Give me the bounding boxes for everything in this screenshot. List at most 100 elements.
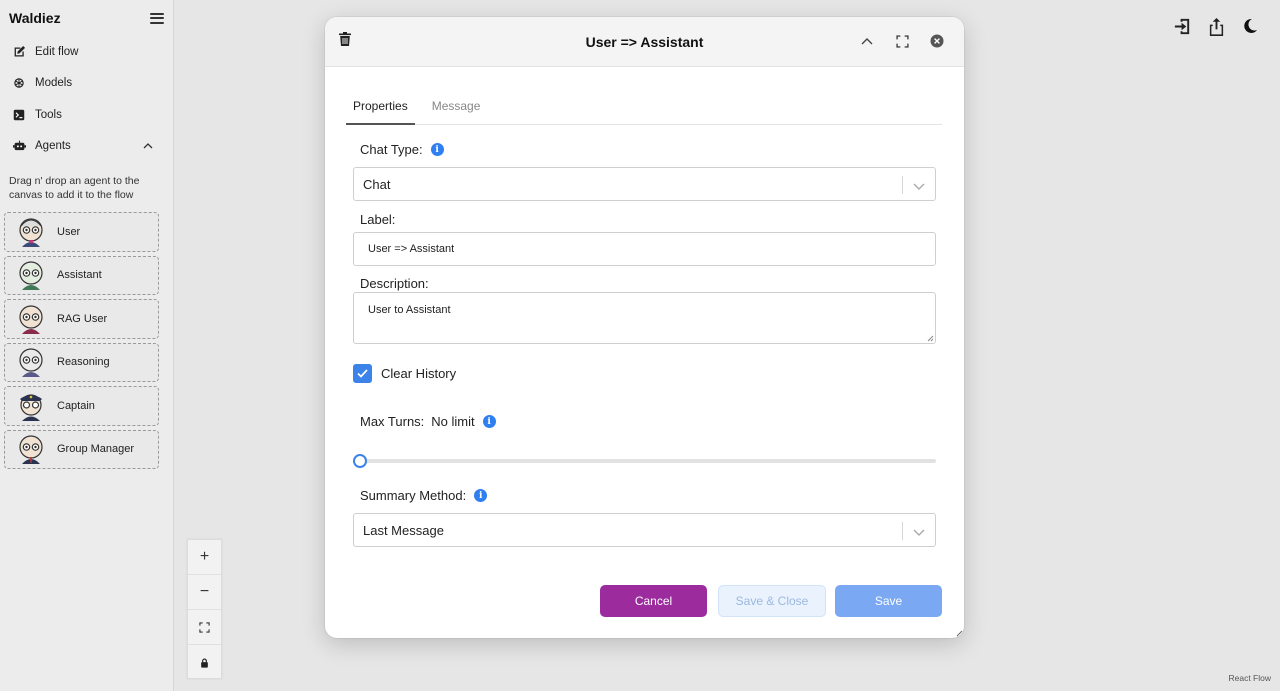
rag-user-avatar-icon [19,305,43,334]
max-turns-value: No limit [431,414,475,429]
edit-icon [12,45,26,59]
sidebar-item-label: Agents [35,140,71,153]
sidebar-item-models[interactable]: Models [0,68,173,100]
agent-card-assistant[interactable]: Assistant [4,255,159,295]
summary-method-value: Last Message [363,522,444,538]
chat-type-select[interactable]: Chat [353,167,936,201]
fullscreen-button[interactable] [895,34,909,48]
sidebar-item-label: Models [35,77,73,90]
modal-header-actions [860,34,944,48]
agent-card-rag-user[interactable]: RAG User [4,299,159,339]
agent-card-label: User [57,225,81,238]
terminal-icon [12,108,26,122]
save-and-close-button[interactable]: Save & Close [718,585,826,617]
chevron-up-icon[interactable] [143,140,153,152]
info-icon[interactable]: i [474,489,488,502]
info-icon[interactable]: i [482,415,496,428]
check-icon [357,369,368,378]
agent-card-user[interactable]: User [4,212,159,252]
info-icon[interactable]: i [430,143,444,156]
modal-header: User => Assistant [325,17,964,67]
sidebar-header: Waldiez [0,0,173,36]
save-button[interactable]: Save [835,585,942,617]
description-label: Description: [360,276,429,291]
agent-card-captain[interactable]: Captain [4,386,159,426]
modal-resize-handle-icon[interactable] [955,629,963,637]
clear-history-checkbox[interactable] [353,364,372,383]
zoom-in-button[interactable]: + [188,540,221,575]
select-divider [902,176,903,194]
chevron-up-icon [861,38,873,45]
summary-method-label-text: Summary Method: [360,488,467,503]
share-icon [1209,17,1223,36]
max-turns-label: Max Turns: No limit i [360,414,496,429]
agent-card-label: Assistant [57,269,102,282]
sidebar-item-agents[interactable]: Agents [0,131,173,163]
summary-method-label: Summary Method: i [360,488,488,503]
modal-tabs: Properties Message [346,97,942,125]
label-field-label: Label: [360,212,395,227]
close-button[interactable] [930,34,944,48]
zoom-out-button[interactable]: − [188,575,221,610]
label-field-label-text: Label: [360,212,396,227]
collapse-button[interactable] [860,34,874,48]
agent-card-label: Group Manager [57,443,135,456]
user-avatar-icon [19,218,43,247]
chevron-down-icon[interactable] [913,525,925,540]
clear-history-row[interactable]: Clear History [353,364,456,383]
app-title: Waldiez [9,10,61,26]
max-turns-label-text: Max Turns: [360,414,425,429]
reasoning-avatar-icon [19,348,43,378]
chevron-down-icon[interactable] [913,179,925,194]
agent-card-group-manager[interactable]: Group Manager [4,429,159,469]
description-value: User to Assistant [368,304,451,316]
agent-card-label: Captain [57,399,95,412]
fit-view-icon [199,621,210,633]
agent-card-label: RAG User [57,312,108,325]
robot-icon [12,139,26,153]
react-flow-attribution[interactable]: React Flow [1228,673,1271,683]
sidebar-item-tools[interactable]: Tools [0,99,173,131]
agents-hint-text: Drag n' drop an agent to the canvas to a… [9,175,140,201]
description-textarea[interactable]: User to Assistant [353,292,936,344]
agent-card-reasoning[interactable]: Reasoning [4,342,159,382]
dark-mode-toggle[interactable] [1240,14,1260,38]
edge-edit-modal: User => Assistant Properties Message Cha… [325,17,964,638]
fullscreen-icon [895,34,909,48]
import-button[interactable] [1172,14,1192,38]
delete-button[interactable] [339,32,351,51]
lock-icon [201,658,208,668]
group-manager-avatar-icon [19,435,43,465]
chat-type-label-text: Chat Type: [360,142,423,157]
modal-title: User => Assistant [585,33,704,50]
select-divider [902,522,903,540]
sidebar-item-label: Edit flow [35,45,79,58]
resize-handle-icon[interactable] [926,334,934,342]
menu-toggle-icon[interactable] [150,12,164,24]
sidebar-item-label: Tools [35,108,62,121]
models-icon [12,76,26,90]
trash-icon [339,32,351,46]
description-label-text: Description: [360,276,429,291]
tab-properties[interactable]: Properties [346,97,415,125]
captain-avatar-icon [20,394,42,421]
max-turns-slider-track[interactable] [360,459,936,463]
chat-type-value: Chat [363,176,391,192]
clear-history-label: Clear History [381,366,457,381]
fit-view-button[interactable] [188,610,221,645]
agent-card-label: Reasoning [57,356,110,369]
lock-button[interactable] [188,645,221,680]
chat-type-label: Chat Type: i [360,142,444,157]
tab-message[interactable]: Message [425,97,488,125]
cancel-button[interactable]: Cancel [600,585,707,617]
top-toolbar [1172,14,1260,38]
sidebar: Waldiez Edit flow Models Tools Agents Dr… [0,0,174,691]
close-icon [930,34,944,48]
canvas-controls: + − [187,539,222,679]
label-input[interactable]: User => Assistant [353,232,936,266]
export-button[interactable] [1206,14,1226,38]
assistant-avatar-icon [19,261,43,291]
sidebar-item-edit-flow[interactable]: Edit flow [0,36,173,68]
summary-method-select[interactable]: Last Message [353,513,936,547]
max-turns-slider-thumb[interactable] [353,454,367,468]
